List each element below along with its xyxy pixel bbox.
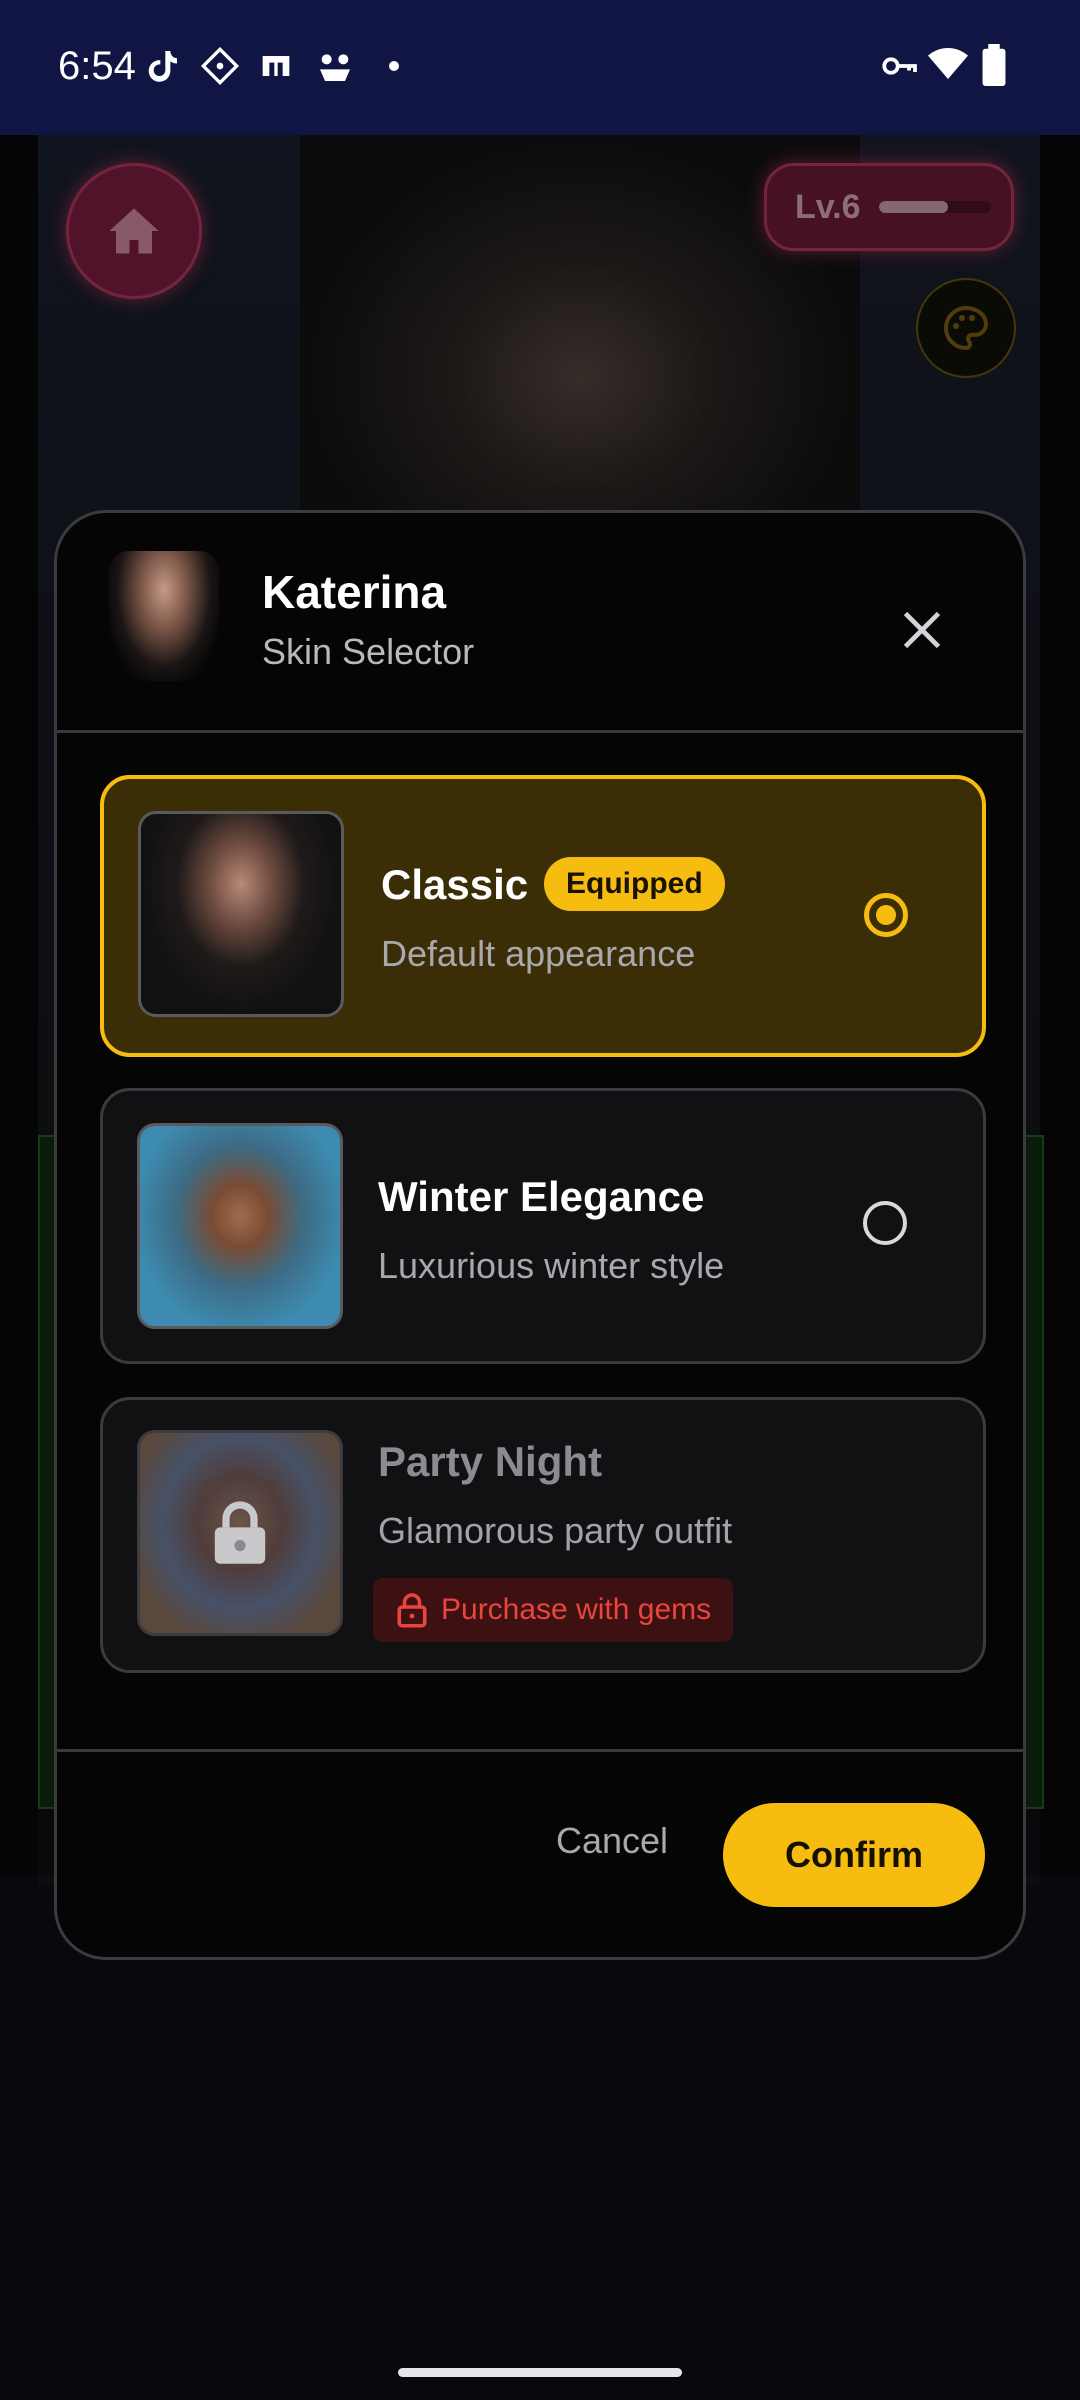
skin-radio-unselected[interactable] — [863, 1201, 907, 1245]
skin-title: Classic — [381, 861, 529, 908]
dot-icon — [389, 61, 399, 71]
skin-description: Default appearance — [381, 933, 696, 974]
status-time: 6:54 — [58, 44, 136, 88]
skin-description: Glamorous party outfit — [378, 1510, 733, 1551]
wifi-icon — [928, 48, 968, 79]
skin-option-classic[interactable]: Classic Equipped Default appearance — [100, 775, 986, 1057]
close-icon — [903, 611, 941, 649]
thumbnail-lock-overlay — [137, 1430, 343, 1636]
confirm-button[interactable]: Confirm — [723, 1803, 985, 1907]
character-name: Katerina — [262, 566, 447, 618]
skin-selector-dialog: Katerina Skin Selector Classic Equipped … — [54, 510, 1026, 1960]
printer-app-icon — [262, 56, 290, 76]
lock-icon — [214, 1501, 266, 1564]
status-bar: 6:54 — [0, 0, 1080, 135]
skin-option-winter-elegance[interactable]: Winter Elegance Luxurious winter style — [100, 1088, 986, 1364]
skin-title: Party Night — [378, 1438, 603, 1485]
diamond-app-icon — [200, 46, 240, 86]
dialog-footer-divider — [57, 1749, 1023, 1752]
vpn-key-icon — [882, 57, 917, 75]
purchase-with-gems-button[interactable]: Purchase with gems — [373, 1578, 734, 1642]
skin-description: Luxurious winter style — [378, 1245, 725, 1286]
battery-icon — [982, 44, 1006, 86]
skin-option-party-night[interactable]: Party Night Glamorous party outfit Purch… — [100, 1397, 986, 1673]
skin-thumbnail — [138, 811, 344, 1017]
game-app-icon — [320, 54, 350, 81]
dialog-subtitle: Skin Selector — [262, 631, 475, 672]
cancel-button[interactable]: Cancel — [537, 1801, 687, 1881]
skin-thumbnail — [137, 1123, 343, 1329]
close-button[interactable] — [887, 595, 957, 665]
equipped-badge: Equipped — [544, 857, 725, 911]
tiktok-icon — [148, 51, 177, 82]
gesture-home-indicator[interactable] — [398, 2368, 682, 2377]
skin-title: Winter Elegance — [378, 1173, 705, 1220]
dialog-header: Katerina Skin Selector — [57, 513, 1023, 733]
skin-radio-selected[interactable] — [864, 893, 908, 937]
character-avatar — [109, 551, 219, 681]
lock-icon — [397, 1593, 427, 1628]
purchase-label: Purchase with gems — [441, 1593, 712, 1626]
